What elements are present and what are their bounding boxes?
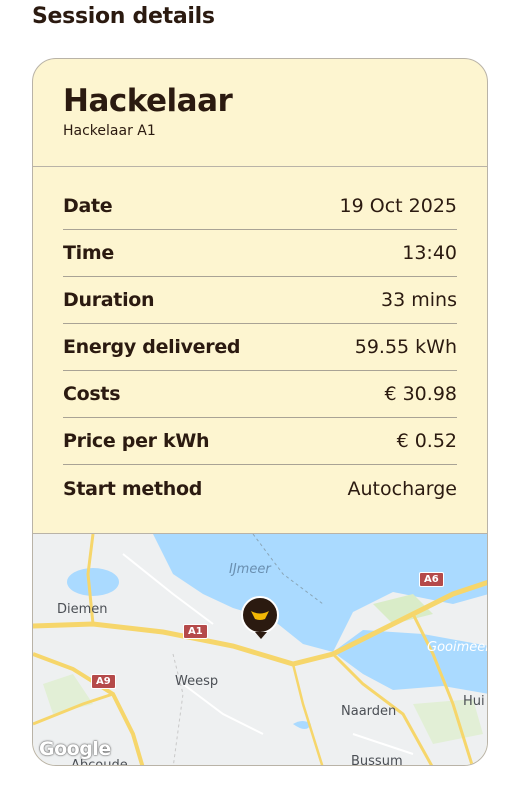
detail-row-price-per-kwh: Price per kWh € 0.52 [63,418,457,465]
map-label-weesp: Weesp [175,674,219,689]
detail-value: € 30.98 [384,383,457,405]
detail-label: Date [63,195,113,217]
detail-value: € 0.52 [396,430,457,452]
road-minor [352,733,414,755]
detail-value: 59.55 kWh [354,336,457,358]
map-label-bussum: Bussum [351,754,403,766]
water-lake [199,544,267,564]
road-local [291,663,324,765]
detail-label: Start method [63,477,203,500]
map-label-gooimeer: Gooimeer [427,640,488,655]
detail-row-costs: Costs € 30.98 [63,371,457,418]
detail-value: 19 Oct 2025 [339,195,457,217]
location-header: Hackelaar Hackelaar A1 [33,59,487,167]
boundary-line [172,653,184,765]
water-lake [67,568,119,596]
map-label-naarden: Naarden [341,704,397,719]
detail-row-date: Date 19 Oct 2025 [63,183,457,230]
road-shield-a1: A1 [183,624,208,639]
map-label-huizen: Hui [463,694,485,709]
detail-label: Costs [63,383,121,405]
detail-label: Duration [63,289,155,311]
detail-row-duration: Duration 33 mins [63,277,457,324]
page-title: Session details [32,4,215,29]
green-area [43,674,93,714]
google-logo: Google [39,738,111,760]
road-shield-a9: A9 [91,674,116,689]
session-details-list: Date 19 Oct 2025 Time 13:40 Duration 33 … [33,167,487,512]
detail-value: 13:40 [402,242,457,264]
map-label-ijmeer: IJmeer [229,562,271,577]
charging-station-pin-icon[interactable] [241,596,279,634]
road-minor [182,683,264,735]
detail-label: Time [63,242,114,264]
location-name: Hackelaar [63,83,233,119]
detail-row-energy: Energy delivered 59.55 kWh [63,324,457,371]
map-label-diemen: Diemen [57,602,108,617]
detail-row-time: Time 13:40 [63,230,457,277]
detail-row-start-method: Start method Autocharge [63,465,457,512]
pin-glyph-icon [251,611,269,620]
detail-label: Energy delivered [63,336,241,358]
detail-label: Price per kWh [63,430,210,452]
session-card: Hackelaar Hackelaar A1 Date 19 Oct 2025 … [32,58,488,766]
road-shield-a6: A6 [419,572,444,587]
pin-pointer [255,632,267,639]
detail-value: 33 mins [381,289,457,311]
location-map[interactable]: Diemen Weesp Naarden Bussum Hui Abcoude … [33,533,488,766]
detail-value: Autocharge [347,477,457,500]
charger-name: Hackelaar A1 [63,123,156,139]
